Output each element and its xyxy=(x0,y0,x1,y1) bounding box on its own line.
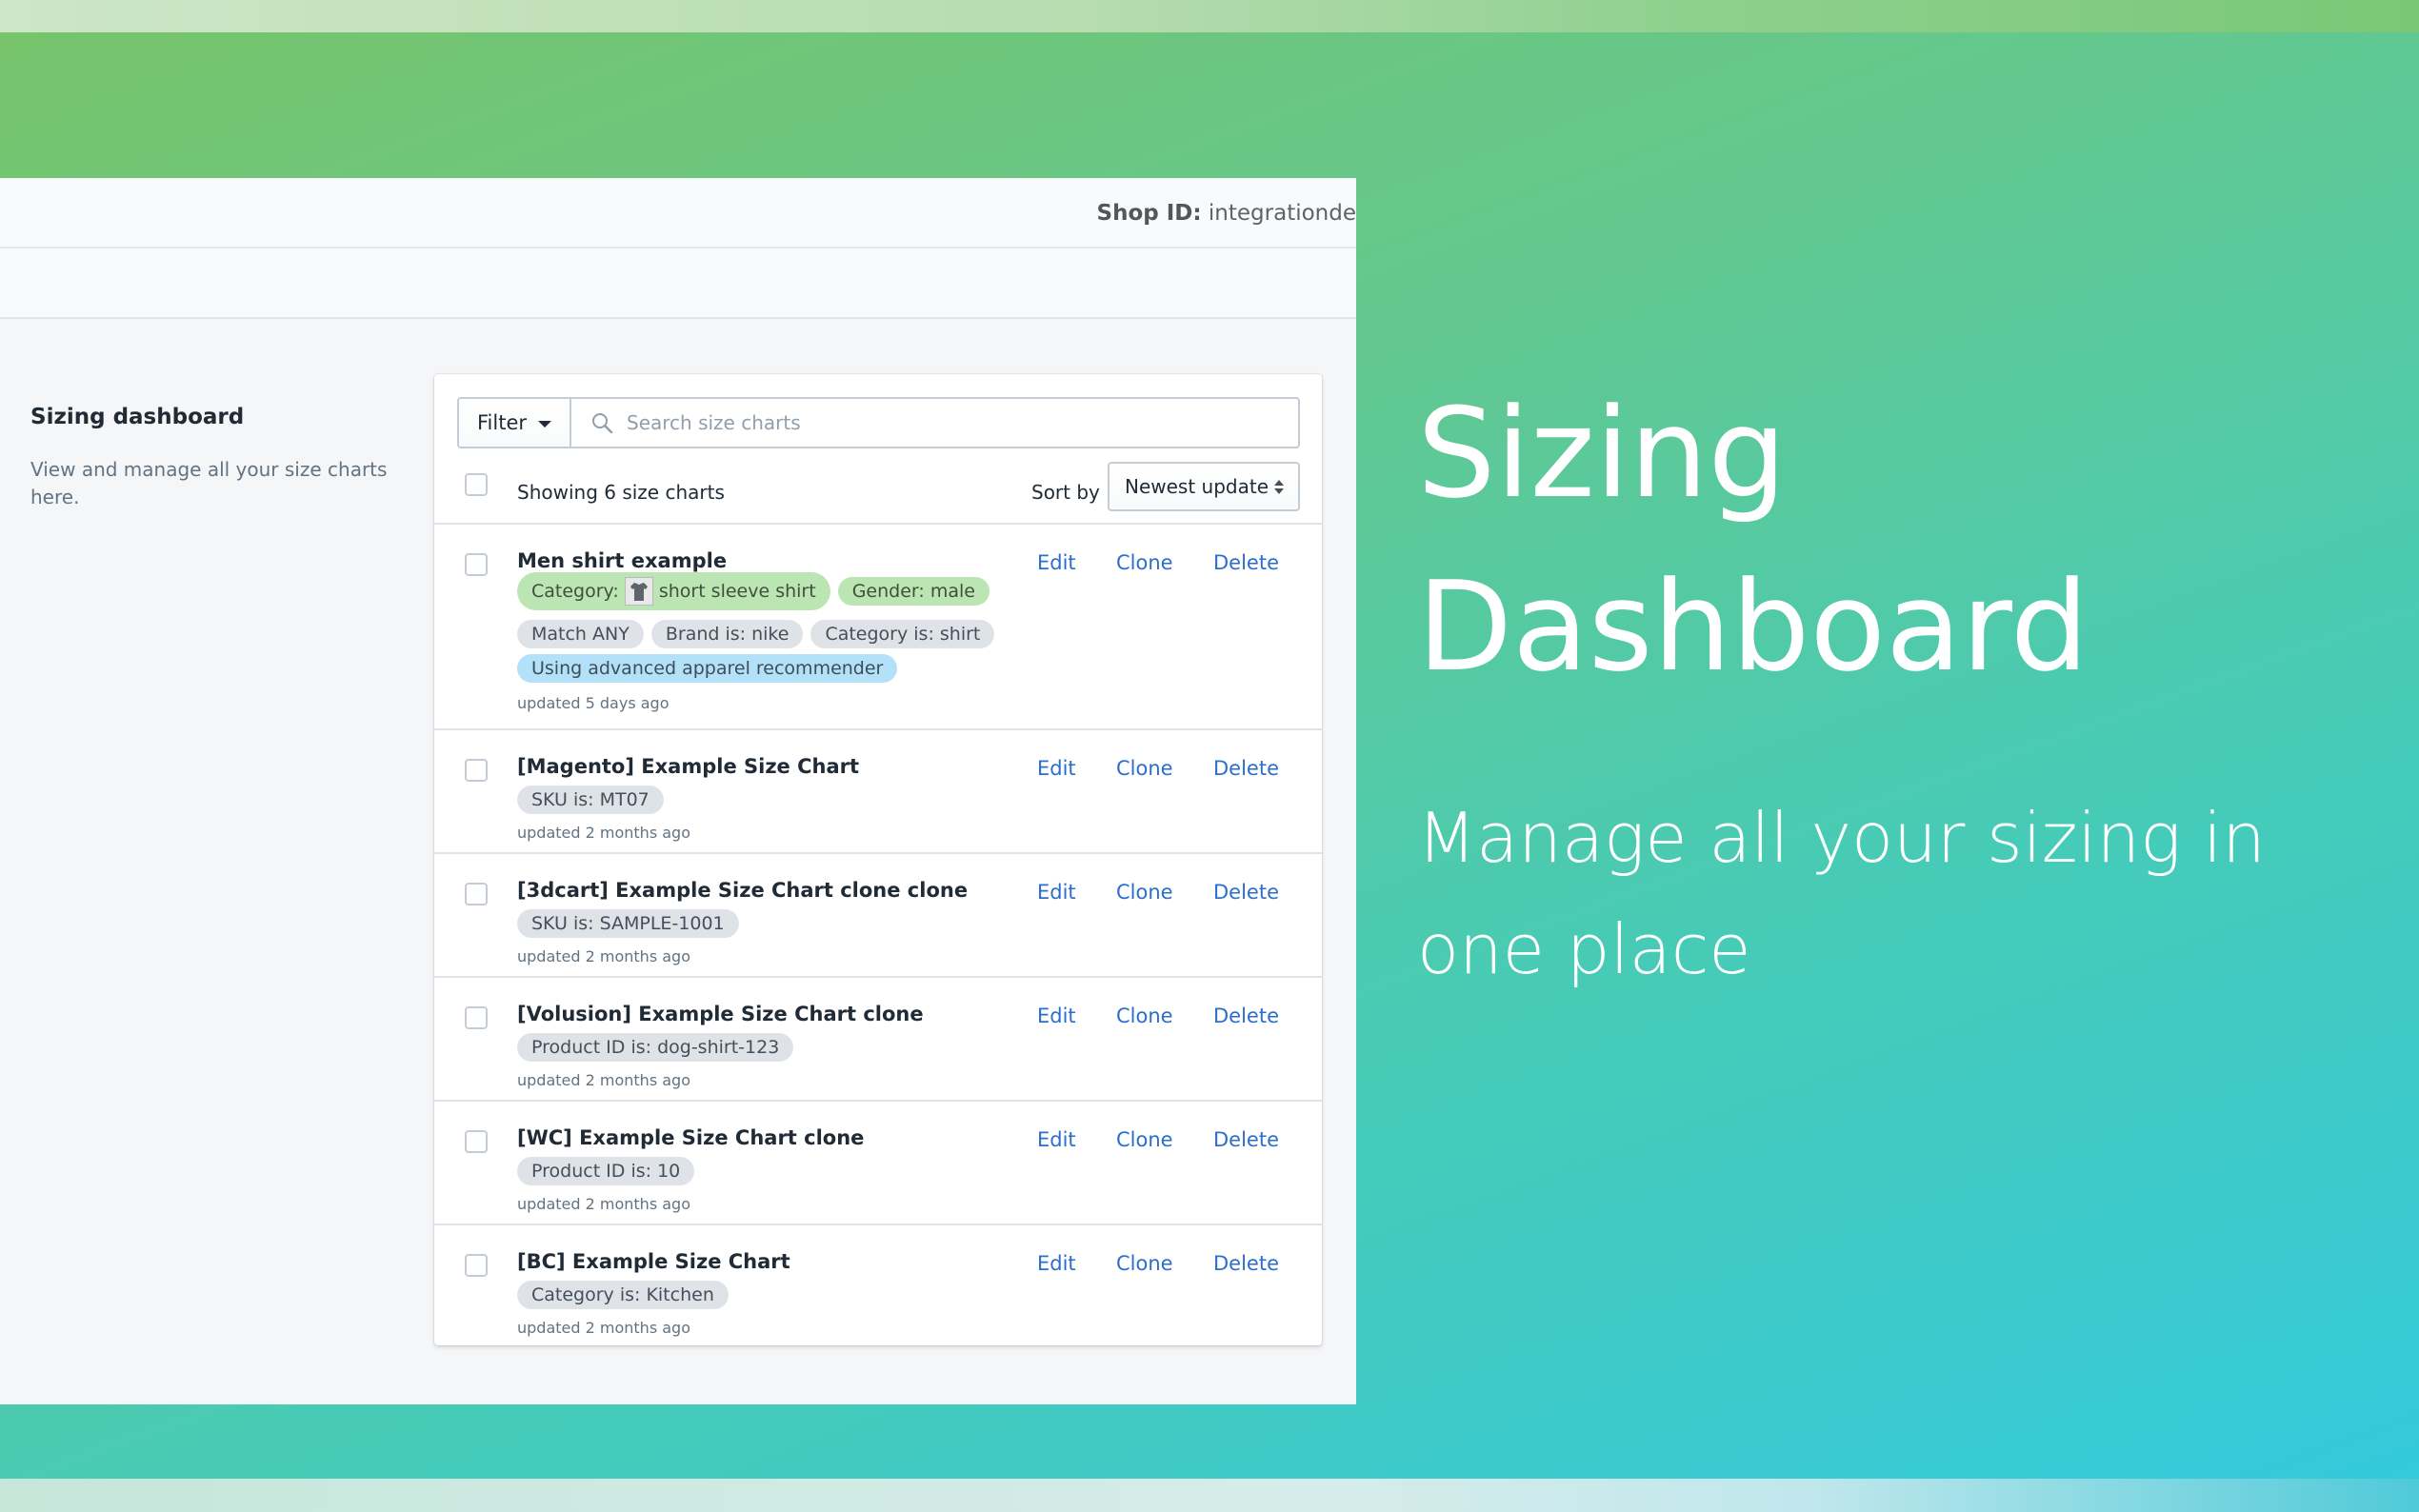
clone-button[interactable]: Clone xyxy=(1116,881,1173,904)
category-tag-value: short sleeve shirt xyxy=(658,581,816,602)
shirt-icon xyxy=(624,577,653,606)
updated-timestamp: updated 5 days ago xyxy=(517,694,670,712)
shop-id-value: integrationde xyxy=(1208,201,1356,226)
edit-button[interactable]: Edit xyxy=(1037,1252,1076,1275)
edit-button[interactable]: Edit xyxy=(1037,551,1076,574)
row-checkbox[interactable] xyxy=(465,1130,488,1153)
top-decorative-strip xyxy=(0,0,2419,32)
row-checkbox[interactable] xyxy=(465,759,488,782)
search-box[interactable] xyxy=(571,397,1300,448)
updated-timestamp: updated 2 months ago xyxy=(517,947,690,965)
tag-group-recommender: Using advanced apparel recommender xyxy=(517,654,898,683)
clone-button[interactable]: Clone xyxy=(1116,551,1173,574)
tag-group-rules: Match ANY Brand is: nike Category is: sh… xyxy=(517,620,995,648)
size-chart-count: Showing 6 size charts xyxy=(517,481,725,504)
row-checkbox[interactable] xyxy=(465,553,488,576)
table-row: [3dcart] Example Size Chart clone clone … xyxy=(434,852,1322,976)
search-input[interactable] xyxy=(627,411,1198,434)
size-chart-title: [WC] Example Size Chart clone xyxy=(517,1126,865,1149)
size-chart-title: [3dcart] Example Size Chart clone clone xyxy=(517,879,969,902)
category-tag: Category: short sleeve shirt xyxy=(517,572,830,610)
search-icon xyxy=(592,413,613,434)
hero-subtitle: Manage all your sizing in one place xyxy=(1417,798,2266,989)
tag-group: Product ID is: 10 xyxy=(517,1157,695,1185)
condition-tag: Product ID is: dog-shirt-123 xyxy=(517,1033,794,1062)
condition-tag: Product ID is: 10 xyxy=(517,1157,695,1185)
sort-label: Sort by xyxy=(1031,481,1100,504)
match-tag: Match ANY xyxy=(517,620,644,648)
updated-timestamp: updated 2 months ago xyxy=(517,824,690,842)
sort-select-value: Newest update xyxy=(1125,475,1269,498)
shirt-image-icon xyxy=(630,583,648,601)
size-chart-title: [Magento] Example Size Chart xyxy=(517,755,860,778)
sort-select[interactable]: Newest update xyxy=(1108,462,1300,511)
delete-button[interactable]: Delete xyxy=(1213,757,1279,780)
select-arrows-icon xyxy=(1273,478,1284,495)
category-rule-tag: Category is: shirt xyxy=(810,620,995,648)
condition-tag: Category is: Kitchen xyxy=(517,1281,729,1309)
tag-group: Product ID is: dog-shirt-123 xyxy=(517,1033,794,1062)
page-description: View and manage all your size charts her… xyxy=(30,458,388,508)
size-chart-title: Men shirt example xyxy=(517,549,728,572)
size-chart-title: [Volusion] Example Size Chart clone xyxy=(517,1003,924,1025)
app-header: Shop ID: integrationde xyxy=(0,178,1356,249)
clone-button[interactable]: Clone xyxy=(1116,1252,1173,1275)
delete-button[interactable]: Delete xyxy=(1213,881,1279,904)
tag-group: Category is: Kitchen xyxy=(517,1281,729,1309)
updated-timestamp: updated 2 months ago xyxy=(517,1071,690,1089)
clone-button[interactable]: Clone xyxy=(1116,1005,1173,1027)
hero-title: Sizing Dashboard xyxy=(1417,367,2369,713)
shop-id: Shop ID: integrationde xyxy=(1097,201,1356,226)
shop-id-label: Shop ID: xyxy=(1096,201,1202,226)
bottom-decorative-strip xyxy=(0,1479,2419,1512)
updated-timestamp: updated 2 months ago xyxy=(517,1319,690,1337)
clone-button[interactable]: Clone xyxy=(1116,1128,1173,1151)
table-row: [BC] Example Size Chart Edit Clone Delet… xyxy=(434,1224,1322,1345)
row-checkbox[interactable] xyxy=(465,1006,488,1029)
edit-button[interactable]: Edit xyxy=(1037,881,1076,904)
condition-tag: SKU is: SAMPLE-1001 xyxy=(517,909,739,938)
table-row: [Volusion] Example Size Chart clone Edit… xyxy=(434,976,1322,1100)
app-window: Shop ID: integrationde Sizing dashboard … xyxy=(0,178,1356,1404)
app-subheader xyxy=(0,249,1356,319)
recommender-tag: Using advanced apparel recommender xyxy=(517,654,898,683)
filter-bar: Filter xyxy=(457,397,1300,448)
delete-button[interactable]: Delete xyxy=(1213,1252,1279,1275)
edit-button[interactable]: Edit xyxy=(1037,1005,1076,1027)
page-title: Sizing dashboard xyxy=(30,405,245,429)
table-row: Men shirt example Edit Clone Delete Cate… xyxy=(434,523,1322,728)
edit-button[interactable]: Edit xyxy=(1037,757,1076,780)
brand-tag: Brand is: nike xyxy=(650,620,804,648)
size-charts-card: Filter Showing 6 size charts Sort by New… xyxy=(434,374,1322,1345)
tag-group-primary: Category: short sleeve shirt Gender: mal… xyxy=(517,572,990,610)
edit-button[interactable]: Edit xyxy=(1037,1128,1076,1151)
size-chart-title: [BC] Example Size Chart xyxy=(517,1250,790,1273)
delete-button[interactable]: Delete xyxy=(1213,551,1279,574)
tag-group: SKU is: MT07 xyxy=(517,786,664,814)
delete-button[interactable]: Delete xyxy=(1213,1128,1279,1151)
gender-tag: Gender: male xyxy=(837,577,990,606)
hero-title-line-2: Dashboard xyxy=(1417,554,2089,699)
delete-button[interactable]: Delete xyxy=(1213,1005,1279,1027)
hero-title-line-1: Sizing xyxy=(1417,381,1787,526)
table-row: [WC] Example Size Chart clone Edit Clone… xyxy=(434,1100,1322,1224)
condition-tag: SKU is: MT07 xyxy=(517,786,664,814)
filter-button[interactable]: Filter xyxy=(457,397,571,448)
filter-button-label: Filter xyxy=(476,411,527,434)
table-row: [Magento] Example Size Chart Edit Clone … xyxy=(434,728,1322,852)
row-checkbox[interactable] xyxy=(465,1254,488,1277)
row-checkbox[interactable] xyxy=(465,883,488,905)
tag-group: SKU is: SAMPLE-1001 xyxy=(517,909,739,938)
select-all-checkbox[interactable] xyxy=(465,473,488,496)
category-tag-label: Category: xyxy=(531,581,619,602)
updated-timestamp: updated 2 months ago xyxy=(517,1195,690,1213)
caret-down-icon xyxy=(538,420,551,428)
clone-button[interactable]: Clone xyxy=(1116,757,1173,780)
